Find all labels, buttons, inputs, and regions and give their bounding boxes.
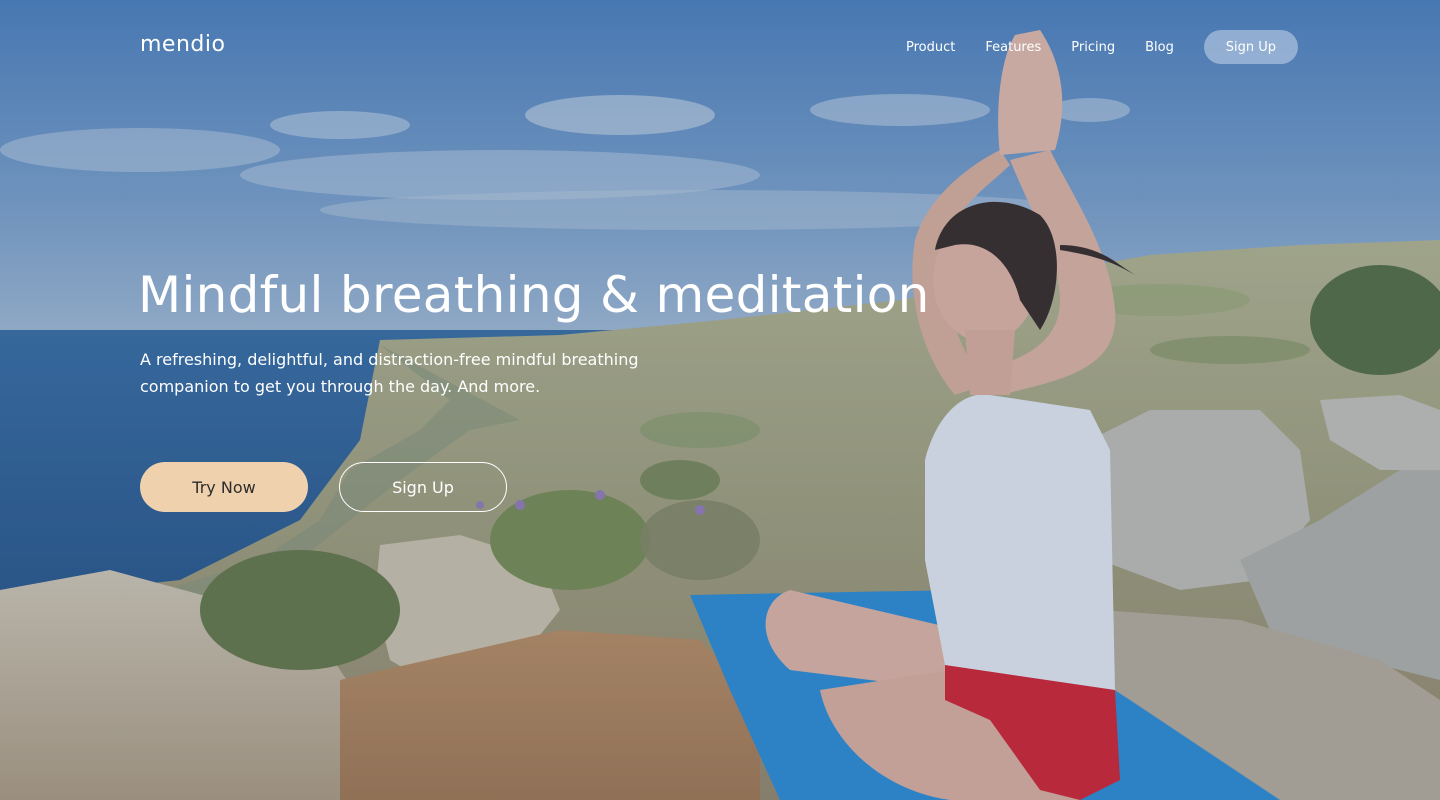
nav-link-blog[interactable]: Blog — [1145, 40, 1174, 55]
nav-link-pricing[interactable]: Pricing — [1071, 40, 1115, 55]
hero-signup-button[interactable]: Sign Up — [339, 462, 507, 512]
hero-subtext: A refreshing, delightful, and distractio… — [140, 350, 639, 396]
hero-headline: Mindful breathing & meditation — [138, 266, 930, 324]
top-navbar: mendio Product Features Pricing Blog Sig… — [0, 0, 1440, 94]
nav-signup-button[interactable]: Sign Up — [1203, 30, 1298, 64]
brand-logo[interactable]: mendio — [140, 32, 225, 57]
hero-section: mendio Product Features Pricing Blog Sig… — [0, 0, 1440, 800]
nav-links: Product Features Pricing Blog Sign Up — [906, 30, 1298, 64]
try-now-button[interactable]: Try Now — [140, 462, 308, 512]
hero-overlay — [0, 0, 1440, 800]
nav-link-product[interactable]: Product — [906, 40, 955, 55]
nav-link-features[interactable]: Features — [985, 40, 1041, 55]
